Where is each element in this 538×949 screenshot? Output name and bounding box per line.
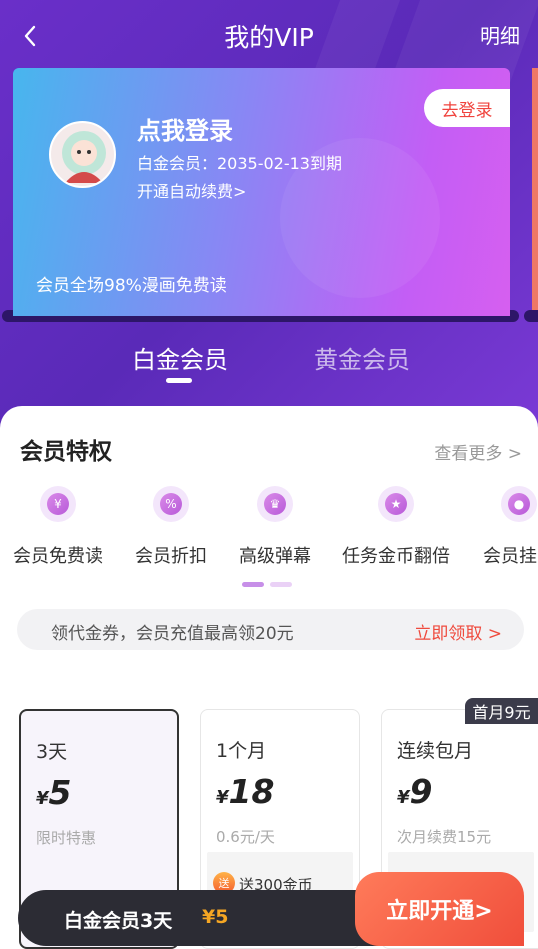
pager-dots [242,582,292,587]
privilege-item[interactable]: ♛ 高级弹幕 [239,486,311,568]
privilege-item[interactable]: ★ 任务金币翻倍 [342,486,450,568]
plan-subtext: 0.6元/天 [216,828,275,846]
pendant-icon: ● [501,486,537,522]
open-now-button[interactable]: 立即开通> [355,872,524,946]
page-title: 我的VIP [224,23,314,52]
card-shadow-next [524,310,538,322]
see-more-link[interactable]: 查看更多 > [434,439,522,464]
coin-icon: ★ [378,486,414,522]
plan-name: 3天 [36,741,68,763]
pager-dot [270,582,292,587]
plan-price: ¥9 [397,772,433,811]
section-title: 会员特权 [20,439,112,465]
free-read-icon: ¥ [40,486,76,522]
pager-dot-active [242,582,264,587]
tab-platinum[interactable]: 白金会员 [132,340,228,375]
next-card-edge [532,68,538,316]
privilege-label: 任务金币翻倍 [342,546,450,567]
app-header: 我的VIP 明细 [0,0,538,72]
main-panel: 会员特权 查看更多 > ¥ 会员免费读 % 会员折扣 ♛ 高级弹幕 ★ 任务金币… [0,406,538,949]
crown-icon: ♛ [257,486,293,522]
membership-expiry: 白金会员：2035-02-13到期 [137,154,342,173]
claim-coupon-link[interactable]: 立即领取 > [414,619,502,644]
selected-plan-price: ¥5 [202,906,229,928]
avatar[interactable] [49,121,116,188]
plan-price: ¥18 [216,772,275,811]
card-footer-text: 会员全场98%漫画免费读 [36,276,227,296]
plan-price: ¥5 [36,773,72,812]
coupon-text: 领代金券，会员充值最高领20元 [51,624,294,644]
privilege-label: 会员挂 [483,546,537,567]
vip-card[interactable]: 点我登录 白金会员：2035-02-13到期 开通自动续费> 会员全场98%漫画… [13,68,510,316]
privilege-item[interactable]: ¥ 会员免费读 [13,486,103,568]
plan-subtext: 限时特惠 [36,829,97,847]
privilege-label: 高级弹幕 [239,546,311,567]
tab-indicator [166,378,192,383]
tab-gold[interactable]: 黄金会员 [314,340,410,375]
privilege-item[interactable]: % 会员折扣 [135,486,207,568]
privilege-item[interactable]: ● 会员挂 [483,486,537,568]
plan-name: 1个月 [216,740,267,762]
privilege-label: 会员折扣 [135,546,207,567]
login-prompt[interactable]: 点我登录 [137,111,233,146]
detail-link[interactable]: 明细 [480,20,520,49]
login-button[interactable]: 去登录 [424,89,510,127]
plan-subtext: 次月续费15元 [397,828,492,846]
privilege-label: 会员免费读 [13,546,103,567]
plan-name: 连续包月 [397,740,474,762]
first-month-tag: 首月9元 [465,698,538,724]
discount-icon: % [153,486,189,522]
selected-plan-label: 白金会员3天 [64,910,173,932]
coupon-banner[interactable]: 领代金券，会员充值最高领20元 立即领取 > [17,609,524,650]
auto-renew-link[interactable]: 开通自动续费> [137,178,246,202]
